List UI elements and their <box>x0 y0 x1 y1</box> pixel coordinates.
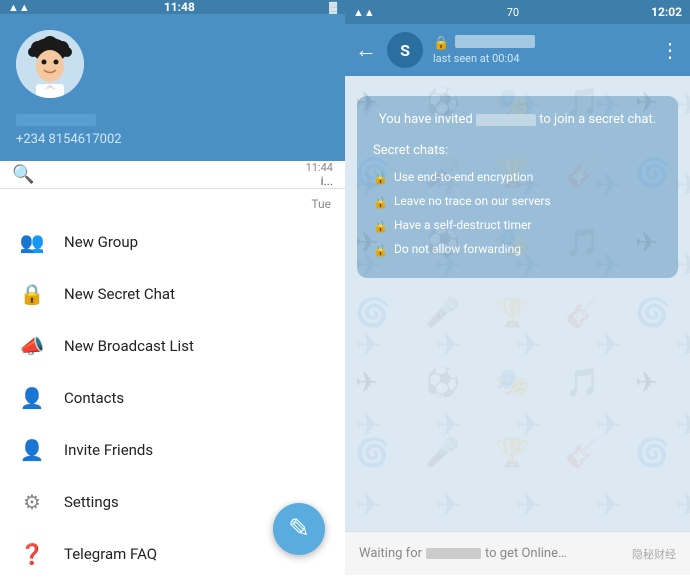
header-menu-button[interactable]: ⋮ <box>660 38 680 62</box>
waiting-bar: Waiting for to get Online… 隐秘财经 <box>345 531 690 575</box>
right-signal: ▲▲ <box>353 6 375 19</box>
right-panel: ▲▲ 70 12:02 ← S 🔒 last seen at 00:04 ⋮ ✈… <box>345 0 690 575</box>
chat-time: 11:44 <box>306 161 333 174</box>
chat-date-badge: Tue <box>311 197 331 211</box>
chat-header-info: 🔒 last seen at 00:04 <box>433 35 650 65</box>
avatar-area <box>16 30 329 98</box>
invite-text-part2: to join a secret chat. <box>539 112 656 127</box>
profile-phone: +234 8154617002 <box>16 132 329 147</box>
feature-lock-icon-3: 🔒 <box>373 217 388 236</box>
profile-name-blur <box>16 114 96 126</box>
feature-label-3: Have a self-destruct timer <box>394 216 531 235</box>
secret-feature-3: 🔒 Have a self-destruct timer <box>373 216 662 236</box>
back-button[interactable]: ← <box>355 37 377 63</box>
menu-label-contacts: Contacts <box>64 389 124 407</box>
status-bar-left: ▲▲ 11:48 ▓ <box>0 0 345 14</box>
chat-header-avatar: S <box>387 32 423 68</box>
broadcast-icon: 📣 <box>20 334 44 358</box>
lock-icon: 🔒 <box>20 282 44 306</box>
menu-label-new-secret-chat: New Secret Chat <box>64 285 175 303</box>
pencil-icon: ✎ <box>288 514 310 544</box>
chat-preview: i... <box>321 174 333 188</box>
feature-label-4: Do not allow forwarding <box>394 240 521 259</box>
feature-lock-icon-2: 🔒 <box>373 193 388 212</box>
settings-icon: ⚙ <box>20 490 44 514</box>
status-bar-right: ▲▲ 70 12:02 <box>345 0 690 24</box>
fab-button[interactable]: ✎ <box>273 503 325 555</box>
menu-item-invite-friends[interactable]: 👤 Invite Friends <box>0 424 345 476</box>
header-lock-icon: 🔒 <box>433 36 449 51</box>
secret-feature-2: 🔒 Leave no trace on our servers <box>373 192 662 212</box>
waiting-text-1: Waiting for <box>359 546 422 561</box>
right-battery-pct: 70 <box>507 6 519 19</box>
left-time: 11:48 <box>164 0 195 14</box>
menu-label-new-broadcast: New Broadcast List <box>64 337 194 355</box>
secret-feature-4: 🔒 Do not allow forwarding <box>373 240 662 260</box>
left-battery: ▓ <box>329 1 337 14</box>
chat-body[interactable]: ✈⚽🎭🎵✈ 🌀🎤🏆🎸🌀 ✈⚽🎭🎵✈ 🌀🎤🏆🎸🌀 ✈⚽🎭🎵✈ 🌀🎤🏆🎸🌀 You … <box>345 76 690 531</box>
left-panel: ▲▲ 11:48 ▓ <box>0 0 345 575</box>
chat-header-status: last seen at 00:04 <box>433 52 650 65</box>
waiting-contact-name-blur <box>426 548 481 559</box>
secret-info-bubble: You have invited to join a secret chat. … <box>357 96 678 278</box>
feature-lock-icon-4: 🔒 <box>373 241 388 260</box>
chat-header: ← S 🔒 last seen at 00:04 ⋮ <box>345 24 690 76</box>
menu-label-faq: Telegram FAQ <box>64 545 157 563</box>
waiting-text-2: to get Online… <box>485 546 567 561</box>
menu-label-new-group: New Group <box>64 233 138 251</box>
faq-icon: ❓ <box>20 542 44 566</box>
menu-label-settings: Settings <box>64 493 119 511</box>
invite-icon: 👤 <box>20 438 44 462</box>
avatar <box>16 30 84 98</box>
secret-feature-1: 🔒 Use end-to-end encryption <box>373 168 662 188</box>
menu-label-invite-friends: Invite Friends <box>64 441 153 459</box>
contacts-icon: 👤 <box>20 386 44 410</box>
right-time: 12:02 <box>651 5 682 19</box>
chat-header-name-blur <box>455 35 535 48</box>
feature-label-2: Leave no trace on our servers <box>394 192 551 211</box>
watermark-label: 隐秘财经 <box>632 546 676 562</box>
invited-contact-name-blur <box>476 114 536 126</box>
menu-item-new-broadcast[interactable]: 📣 New Broadcast List <box>0 320 345 372</box>
feature-label-1: Use end-to-end encryption <box>394 168 533 187</box>
search-row[interactable]: 🔍 11:44 i... <box>0 161 345 189</box>
menu-item-contacts[interactable]: 👤 Contacts <box>0 372 345 424</box>
invite-text-part1: You have invited <box>379 112 473 127</box>
group-icon: 👥 <box>20 230 44 254</box>
profile-info: +234 8154617002 <box>16 114 329 147</box>
avatar-svg <box>16 30 84 98</box>
menu-item-new-secret-chat[interactable]: 🔒 New Secret Chat <box>0 268 345 320</box>
feature-lock-icon-1: 🔒 <box>373 169 388 188</box>
chat-date-area: Tue <box>0 189 345 216</box>
profile-header: +234 8154617002 <box>0 14 345 161</box>
left-signal: ▲▲ <box>8 1 30 14</box>
menu-item-new-group[interactable]: 👥 New Group <box>0 216 345 268</box>
search-icon: 🔍 <box>12 164 34 185</box>
invite-text: You have invited to join a secret chat. <box>373 110 662 131</box>
secret-chats-title: Secret chats: <box>373 141 662 162</box>
